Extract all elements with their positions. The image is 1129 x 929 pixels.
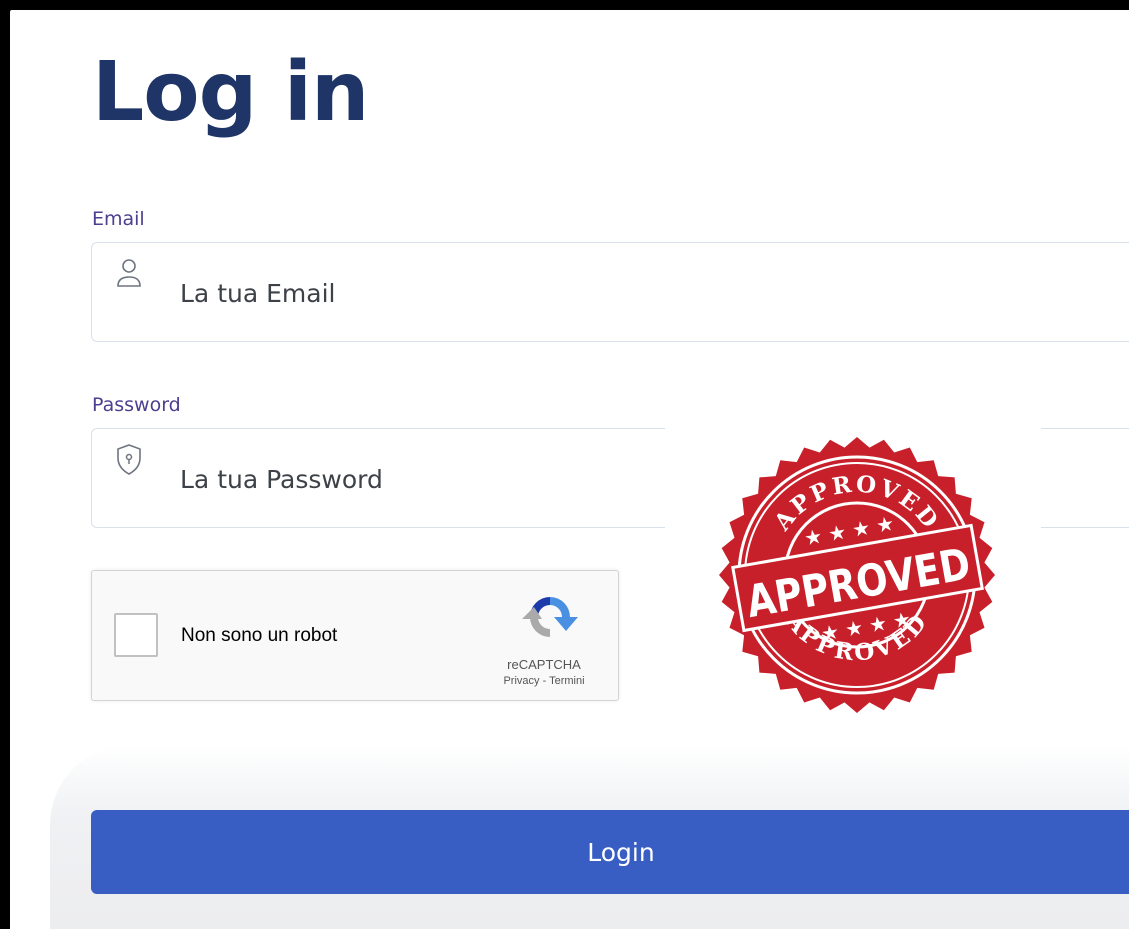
terms-link[interactable]: Termini <box>549 675 584 687</box>
password-input[interactable]: La tua Password <box>180 465 383 494</box>
recaptcha-logo-icon <box>522 597 578 637</box>
recaptcha-label: Non sono un robot <box>181 625 338 646</box>
page-title: Log in <box>92 45 369 140</box>
link-separator: - <box>539 675 550 687</box>
recaptcha-links: Privacy - Termini <box>472 675 616 687</box>
user-icon <box>117 259 141 287</box>
approved-stamp: APPROVED APPROVED APPROVED ★ ★ ★ ★ ★ ★ ★… <box>719 437 995 713</box>
shield-lock-icon <box>117 444 141 475</box>
privacy-link[interactable]: Privacy <box>503 675 539 687</box>
recaptcha-brand: reCAPTCHA <box>507 657 581 672</box>
recaptcha-checkbox[interactable] <box>114 613 158 657</box>
recaptcha-widget: Non sono un robot reCAPTCHA Privacy - Te… <box>91 570 619 701</box>
email-label: Email <box>92 208 145 230</box>
login-button[interactable]: Login <box>91 810 1129 894</box>
password-label: Password <box>92 394 181 416</box>
email-input[interactable]: La tua Email <box>180 279 335 308</box>
email-field[interactable]: La tua Email <box>91 242 1129 342</box>
login-page: Log in Email La tua Email Password La tu… <box>10 10 1129 929</box>
